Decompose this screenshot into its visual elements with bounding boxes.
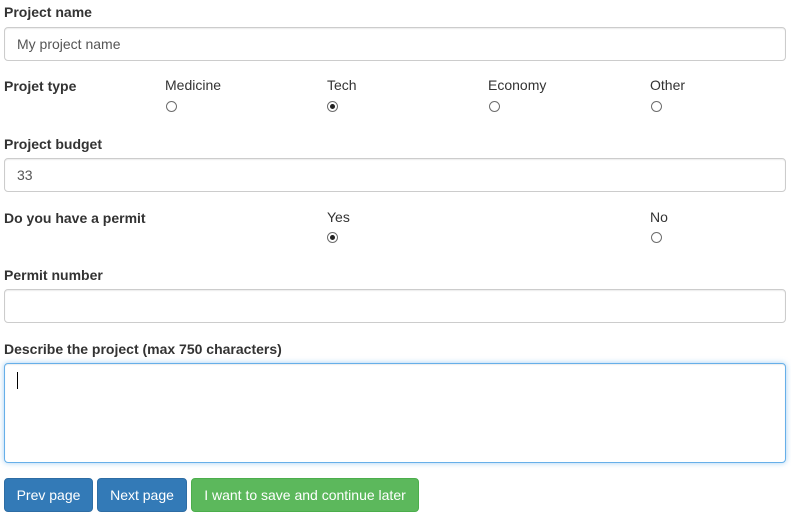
save-continue-later-button[interactable]: I want to save and continue later [191, 478, 419, 512]
permit-option-yes[interactable]: Yes [327, 209, 350, 225]
project-type-option-medicine[interactable]: Medicine [165, 77, 221, 93]
prev-page-button[interactable]: Prev page [4, 478, 93, 512]
radio-other[interactable] [651, 101, 662, 112]
radio-label: Other [650, 77, 686, 93]
project-budget-label: Project budget [4, 136, 103, 152]
radio-label: Medicine [165, 77, 222, 93]
project-type-option-other[interactable]: Other [650, 77, 685, 93]
radio-no[interactable] [651, 232, 662, 243]
radio-tech[interactable] [327, 101, 338, 112]
next-page-button[interactable]: Next page [97, 478, 187, 512]
permit-number-label: Permit number [4, 267, 103, 283]
project-name-input[interactable] [4, 27, 786, 61]
description-label: Describe the project (max 750 characters… [4, 341, 282, 357]
permit-label: Do you have a permit [4, 210, 146, 226]
radio-label: No [650, 209, 668, 225]
project-budget-input[interactable] [4, 158, 786, 192]
radio-medicine[interactable] [166, 101, 177, 112]
permit-number-input[interactable] [4, 289, 786, 323]
project-name-label: Project name [4, 4, 92, 20]
permit-option-no[interactable]: No [650, 209, 668, 225]
project-type-label: Projet type [4, 78, 77, 94]
radio-economy[interactable] [489, 101, 500, 112]
project-type-option-tech[interactable]: Tech [327, 77, 357, 93]
radio-label: Economy [488, 77, 547, 93]
radio-label: Yes [327, 209, 350, 225]
radio-yes[interactable] [327, 232, 338, 243]
text-caret [17, 372, 18, 389]
description-textarea[interactable] [4, 363, 786, 463]
project-type-option-economy[interactable]: Economy [488, 77, 546, 93]
radio-label: Tech [327, 77, 357, 93]
